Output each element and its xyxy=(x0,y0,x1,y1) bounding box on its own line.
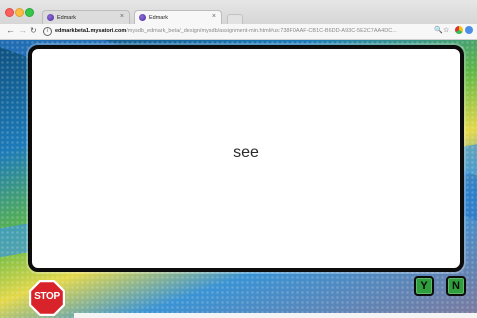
address-bar[interactable]: edmarkbeta1.mysatori.com/mysdb_edmark_be… xyxy=(55,26,425,37)
browser-tab-1[interactable]: Edmark × xyxy=(42,10,130,24)
browser-tab-2-active[interactable]: Edmark × xyxy=(134,10,222,24)
browser-tab-bar: Edmark × Edmark × xyxy=(0,0,477,25)
back-arrow-icon[interactable]: ← xyxy=(6,25,15,35)
yes-button[interactable]: Y xyxy=(414,276,434,296)
profile-avatar[interactable] xyxy=(465,26,473,34)
address-path: /mysdb_edmark_beta/_design/mysdb/assignm… xyxy=(126,28,397,34)
browser-toolbar: ← → ↻ i edmarkbeta1.mysatori.com/mysdb_e… xyxy=(0,24,477,40)
stop-label: STOP xyxy=(34,291,60,302)
forward-arrow-icon[interactable]: → xyxy=(18,25,27,35)
site-info-icon[interactable]: i xyxy=(43,27,52,36)
minimize-window-icon[interactable] xyxy=(15,8,24,17)
tab-close-icon[interactable]: × xyxy=(120,13,124,20)
no-button[interactable]: N xyxy=(446,276,466,296)
tab-title: Edmark xyxy=(57,14,76,21)
card-word: see xyxy=(233,144,259,161)
bookmark-star-icon[interactable]: ☆ xyxy=(443,26,449,36)
address-host: edmarkbeta1.mysatori.com xyxy=(55,28,127,34)
close-window-icon[interactable] xyxy=(5,8,14,17)
tab-title: Edmark xyxy=(149,14,168,21)
game-area: see STOP Y N xyxy=(0,40,477,318)
reload-icon[interactable]: ↻ xyxy=(30,26,37,35)
search-icon[interactable]: 🔍 xyxy=(434,26,443,36)
bottom-panel-edge xyxy=(74,313,477,318)
maximize-window-icon[interactable] xyxy=(25,8,34,17)
tab-close-icon[interactable]: × xyxy=(212,13,216,20)
edmark-favicon-icon xyxy=(47,14,54,21)
stop-button[interactable]: STOP xyxy=(28,279,66,317)
word-card: see xyxy=(28,45,464,272)
edmark-favicon-icon xyxy=(139,14,146,21)
extension-icon[interactable] xyxy=(455,26,463,34)
